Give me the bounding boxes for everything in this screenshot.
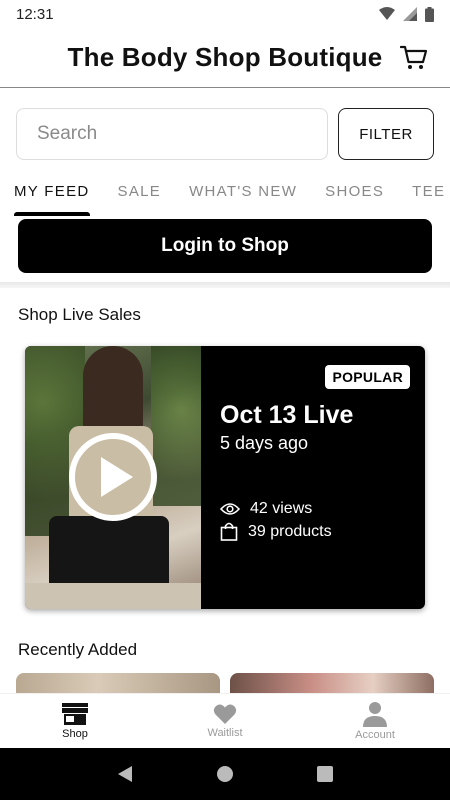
system-navigation-bar — [0, 748, 450, 800]
app-header: The Body Shop Boutique — [0, 28, 450, 88]
play-button[interactable] — [69, 433, 157, 521]
nav-account[interactable]: Account — [300, 694, 450, 748]
product-thumbnail[interactable] — [16, 673, 220, 695]
nav-account-label: Account — [355, 729, 395, 741]
bottom-navigation: Shop Waitlist Account — [0, 693, 450, 748]
tab-whats-new[interactable]: WHAT'S NEW — [189, 172, 297, 212]
products-stat: 39 products — [220, 522, 332, 541]
photo-plant-right — [151, 346, 201, 506]
live-sale-card[interactable]: POPULAR Oct 13 Live 5 days ago 42 views … — [25, 346, 425, 609]
views-stat: 42 views — [220, 500, 312, 518]
views-count: 42 views — [250, 500, 313, 517]
recents-icon[interactable] — [317, 766, 334, 782]
battery-icon — [425, 6, 434, 22]
live-sale-title: Oct 13 Live — [220, 401, 354, 429]
page-title: The Body Shop Boutique — [67, 42, 383, 72]
tab-my-feed[interactable]: MY FEED — [14, 172, 90, 216]
status-time: 12:31 — [16, 5, 54, 23]
search-input[interactable] — [16, 108, 328, 160]
nav-shop[interactable]: Shop — [0, 694, 150, 748]
tab-shoes[interactable]: SHOES — [325, 172, 384, 212]
nav-waitlist-label: Waitlist — [207, 727, 243, 739]
status-icons — [379, 6, 434, 22]
category-tabs: MY FEED SALE WHAT'S NEW SHOES TEE — [0, 172, 450, 216]
nav-shop-label: Shop — [62, 728, 88, 740]
photo-floor — [25, 583, 201, 609]
nav-waitlist[interactable]: Waitlist — [150, 694, 300, 748]
live-sale-thumbnail — [25, 346, 201, 609]
popular-badge: POPULAR — [325, 365, 410, 389]
heart-icon — [213, 704, 237, 724]
recently-added-section-title: Recently Added — [18, 640, 138, 659]
photo-model-skirt — [49, 516, 169, 586]
search-row: FILTER — [16, 108, 434, 160]
products-count: 39 products — [248, 522, 332, 540]
store-icon — [62, 703, 88, 725]
play-icon — [101, 457, 133, 497]
signal-icon — [403, 7, 417, 21]
cart-button[interactable] — [398, 42, 430, 74]
cart-icon — [400, 45, 428, 69]
section-divider — [0, 282, 450, 288]
back-icon[interactable] — [117, 765, 133, 783]
live-sale-date: 5 days ago — [220, 433, 309, 453]
live-sales-section-title: Shop Live Sales — [18, 305, 141, 324]
home-icon[interactable] — [216, 765, 234, 783]
tab-tee[interactable]: TEE — [412, 172, 445, 212]
login-to-shop-button[interactable]: Login to Shop — [18, 219, 432, 273]
shopping-bag-icon — [220, 522, 238, 541]
product-thumbnail[interactable] — [230, 673, 434, 695]
filter-button[interactable]: FILTER — [338, 108, 434, 160]
wifi-icon — [379, 7, 395, 20]
tab-list: MY FEED SALE WHAT'S NEW SHOES TEE — [0, 172, 450, 216]
status-bar: 12:31 — [0, 0, 450, 28]
tab-sale[interactable]: SALE — [118, 172, 162, 212]
eye-icon — [220, 503, 240, 515]
recently-added-row — [16, 673, 434, 695]
person-icon — [363, 702, 387, 727]
